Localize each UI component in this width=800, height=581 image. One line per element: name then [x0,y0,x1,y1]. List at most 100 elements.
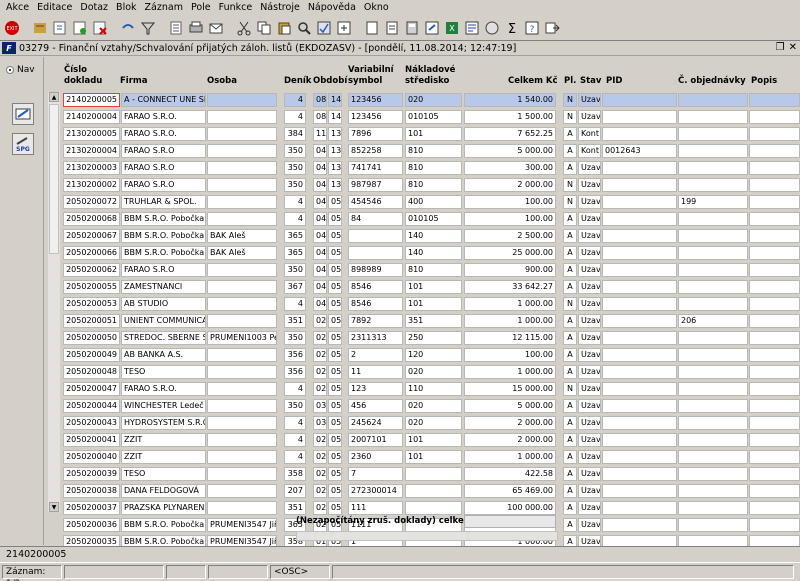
cell-celkem[interactable]: 2 500.00 [464,229,556,243]
cell-denik[interactable]: 367 [284,280,306,294]
cell-denik[interactable]: 351 [284,501,306,515]
cell-pid[interactable] [602,467,677,481]
cell-denik[interactable]: 4 [284,93,306,107]
excel-icon[interactable]: X [443,19,461,37]
cell-obd-m[interactable]: 04 [313,280,327,294]
cell-pid[interactable] [602,161,677,175]
cell-obd-m[interactable]: 04 [313,144,327,158]
table-row[interactable]: 2050200068 BBM S.R.O. Pobočka 4 04 05 84 01010… [0,211,800,228]
cell-osoba[interactable] [207,161,277,175]
cell-obd-m[interactable]: 08 [313,110,327,124]
cell-popis[interactable] [749,263,800,277]
cell-celkem[interactable]: 1 000.00 [464,365,556,379]
cell-osoba[interactable] [207,399,277,413]
cell-firma[interactable]: BBM S.R.O. Pobočka [121,246,206,260]
paste-icon[interactable] [275,19,293,37]
cell-celkem[interactable]: 100.00 [464,195,556,209]
table-row[interactable]: 2050200049 AB BANKA A.S. 356 02 05 2 120 100.00… [0,347,800,364]
cell-firma[interactable]: DANA FELDOGOVÁ [121,484,206,498]
cell-var[interactable]: 987987 [348,178,403,192]
cell-pl[interactable]: A [563,433,577,447]
attach-icon[interactable] [483,19,501,37]
cell-obd-y[interactable]: 05 [328,314,342,328]
cell-doc[interactable]: 2050200041 [63,433,120,447]
cell-celkem[interactable]: 1 500.00 [464,110,556,124]
cell-denik[interactable]: 350 [284,144,306,158]
cell-doc[interactable]: 2050200050 [63,331,120,345]
cell-pid[interactable] [602,229,677,243]
cell-firma[interactable]: BBM S.R.O. Pobočka [121,212,206,226]
cell-firma[interactable]: FARAO S.R.O [121,263,206,277]
cell-pl[interactable]: A [563,365,577,379]
cell-var[interactable]: 84 [348,212,403,226]
table-row[interactable]: 2130200004 FARAO S.R.O 350 04 13 852258 810 5 0… [0,143,800,160]
cell-var[interactable]: 2360 [348,450,403,464]
cell-pid[interactable] [602,178,677,192]
cell-popis[interactable] [749,416,800,430]
cell-stav[interactable]: Uzav [578,314,601,328]
cell-firma[interactable]: TRUHLAR & SPOL. [121,195,206,209]
cell-popis[interactable] [749,161,800,175]
cell-stav[interactable]: Uzav [578,110,601,124]
close-icon[interactable]: ✕ [789,42,797,53]
menu-item[interactable]: Záznam [141,0,187,15]
cell-obd-y[interactable]: 05 [328,382,342,396]
cell-obd-m[interactable]: 02 [313,348,327,362]
cell-doc[interactable]: 2050200051 [63,314,120,328]
cell-obj[interactable]: 206 [678,314,748,328]
cell-doc[interactable]: 2050200043 [63,416,120,430]
cell-firma[interactable]: TESO [121,365,206,379]
cell-celkem[interactable]: 1 540.00 [464,93,556,107]
cell-obd-m[interactable]: 04 [313,212,327,226]
cell-obj[interactable] [678,331,748,345]
sum-icon[interactable]: Σ [503,19,521,37]
cell-pid[interactable] [602,382,677,396]
cell-osoba[interactable] [207,144,277,158]
cell-obd-y[interactable]: 13 [328,127,342,141]
cell-pid[interactable] [602,314,677,328]
restore-icon[interactable]: ❐ [776,42,785,53]
cell-obd-y[interactable]: 05 [328,297,342,311]
undo-icon[interactable] [119,19,137,37]
export-icon[interactable] [335,19,353,37]
cell-nak[interactable]: 110 [405,382,462,396]
cell-obd-m[interactable]: 04 [313,297,327,311]
cell-pid[interactable] [602,416,677,430]
cell-celkem[interactable]: 25 000.00 [464,246,556,260]
cell-var[interactable]: 8546 [348,280,403,294]
spellcheck-icon[interactable] [315,19,333,37]
cell-denik[interactable]: 350 [284,178,306,192]
cell-stav[interactable]: Uzav [578,416,601,430]
cell-pl[interactable]: A [563,229,577,243]
cell-obj[interactable] [678,450,748,464]
refresh-icon[interactable] [51,19,69,37]
cell-firma[interactable]: FARAO S.R.O [121,178,206,192]
cell-firma[interactable]: FARAO S.R.O. [121,110,206,124]
table-row[interactable]: 2050200066 BBM S.R.O. Pobočka BAK Aleš 365 0… [0,245,800,262]
cell-obd-y[interactable]: 05 [328,416,342,430]
cell-nak[interactable]: 101 [405,297,462,311]
cell-popis[interactable] [749,229,800,243]
filter-icon[interactable] [139,19,157,37]
cell-firma[interactable]: FARAO S.R.O [121,144,206,158]
cell-obj[interactable] [678,467,748,481]
cell-popis[interactable] [749,501,800,515]
cell-var[interactable]: 7896 [348,127,403,141]
cell-celkem[interactable]: 100 000.00 [464,501,556,515]
cell-nak[interactable]: 010105 [405,212,462,226]
cell-popis[interactable] [749,348,800,362]
cell-celkem[interactable]: 2 000.00 [464,433,556,447]
table-row[interactable]: 2050200041 ZZIT 4 02 05 2007101 101 2 000.00 A Uz… [0,432,800,449]
cell-obd-y[interactable]: 05 [328,484,342,498]
cell-var[interactable]: 245624 [348,416,403,430]
cell-doc[interactable]: 2130200005 [63,127,120,141]
cell-doc[interactable]: 2050200037 [63,501,120,515]
cell-obd-m[interactable]: 04 [313,161,327,175]
cell-obd-y[interactable]: 05 [328,246,342,260]
cell-obd-m[interactable]: 02 [313,450,327,464]
cell-osoba[interactable] [207,365,277,379]
cell-nak[interactable]: 351 [405,314,462,328]
table-row[interactable]: 2130200002 FARAO S.R.O 350 04 13 987987 810 2 0… [0,177,800,194]
cell-denik[interactable]: 4 [284,212,306,226]
cell-doc[interactable]: 2130200004 [63,144,120,158]
